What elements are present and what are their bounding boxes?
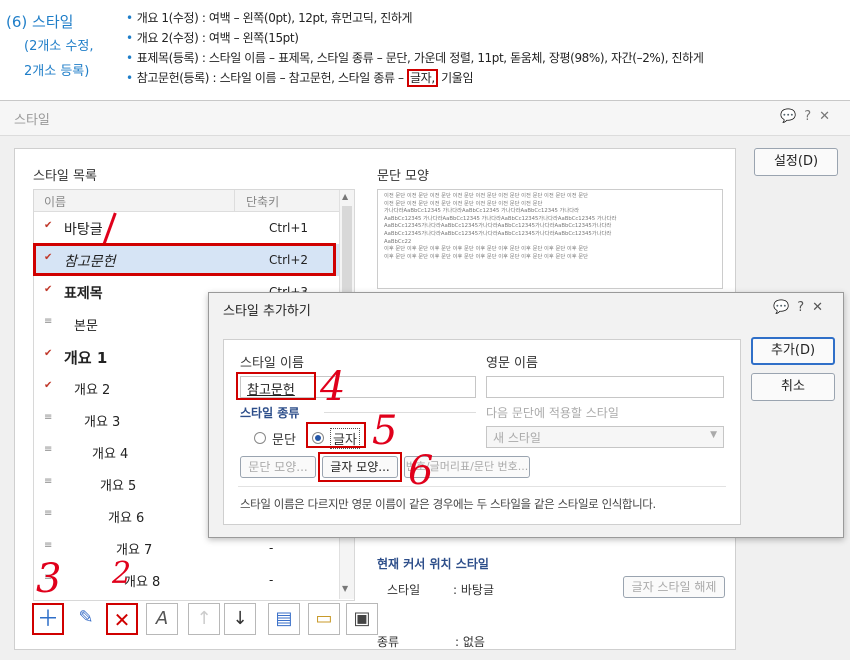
list-item-name: 개요 2 [74, 383, 111, 398]
list-item-name: 본문 [74, 319, 98, 334]
add-style-dialog: 스타일 추가하기 💬?✕ 스타일 이름 영문 이름 참고문헌 스타일 종류 다음… [208, 292, 844, 538]
style-list-label: 스타일 목록 [33, 169, 97, 184]
instruction-item: • 참고문헌(등록) : 스타일 이름 – 참고문헌, 스타일 종류 – 글자, … [126, 69, 474, 87]
highlight-char: 글자, [407, 69, 438, 87]
style-type-label: 스타일 종류 [240, 406, 300, 420]
close-icon[interactable]: ✕ [819, 109, 838, 124]
list-item-name: 개요 6 [108, 511, 145, 526]
hidden-row-value: : 없음 [455, 635, 485, 649]
help-icon[interactable]: ? [797, 300, 812, 315]
annotation-box [236, 372, 316, 400]
list-item-name: 개요 1 [64, 349, 108, 367]
preview-line: 가나다라AaBbCc12345 가나다라AaBbCc12345 가나다라AaBb… [384, 208, 580, 215]
para-style-icon: ≡ [44, 444, 53, 455]
settings-button[interactable]: 설정(D) [754, 148, 838, 176]
import-style-button[interactable]: ▤ [268, 603, 300, 635]
preview-line: 이전 문단 이전 문단 이전 문단 이전 문단 이전 문단 이전 문단 이전 문… [384, 193, 589, 199]
cancel-button[interactable]: 취소 [751, 373, 835, 401]
list-item-shortcut: Ctrl+1 [269, 221, 309, 235]
list-item-name: 개요 5 [100, 479, 137, 494]
char-style-icon: ✔ [44, 348, 53, 359]
next-style-select[interactable]: 새 스타일 ▼ [486, 426, 724, 448]
preview-line: AaBbCc12345가나다라AaBbCc12345가나다라AaBbCc1234… [384, 223, 612, 230]
edit-style-button[interactable]: ✎ [70, 603, 102, 635]
release-char-style-button[interactable]: 글자 스타일 해제 [623, 576, 725, 598]
list-item[interactable]: ✔ 바탕글 Ctrl+1 [34, 212, 339, 244]
delete-style-button[interactable]: ✕ [106, 603, 138, 635]
list-item-name: 바탕글 [64, 222, 103, 238]
list-item-name: 개요 4 [92, 447, 129, 462]
current-style-label: 스타일 [387, 583, 421, 597]
save-style-button[interactable]: ▣ [346, 603, 378, 635]
list-item[interactable]: ≡ 개요 8- [34, 564, 339, 596]
apply-style-button[interactable]: A [146, 603, 178, 635]
annotation-box [318, 452, 402, 482]
annotation-6: 6 [408, 448, 434, 494]
current-style-value: : 바탕글 [453, 583, 494, 597]
instruction-item: • 개요 2(수정) : 여백 – 왼쪽(15pt) [126, 31, 299, 45]
window-title: 스타일 [14, 113, 50, 128]
column-shortcut[interactable]: 단축키 [246, 193, 279, 210]
para-shape-label: 문단 모양 [377, 169, 429, 184]
comment-icon[interactable]: 💬 [773, 300, 797, 315]
annotation-box [306, 422, 366, 448]
english-name-input[interactable] [486, 376, 724, 398]
radio-paragraph[interactable] [254, 432, 266, 444]
comment-icon[interactable]: 💬 [780, 109, 804, 124]
annotation-2: 2 [112, 556, 132, 591]
next-style-label: 다음 문단에 적용할 스타일 [486, 406, 619, 420]
dialog-notice: 스타일 이름은 다르지만 영문 이름이 같은 경우에는 두 스타일을 같은 스타… [240, 497, 656, 511]
hidden-row-label: 종류 [377, 635, 400, 649]
list-header: 이름 단축키 [34, 190, 339, 212]
move-up-button[interactable]: ↑ [188, 603, 220, 635]
preview-line: 이후 문단 이후 문단 이후 문단 이후 문단 이후 문단 이후 문단 이후 문… [384, 253, 589, 260]
annotation-3: 3 [36, 556, 62, 602]
instruction-item: • 표제목(등록) : 스타일 이름 – 표제목, 스타일 종류 – 문단, 가운… [126, 51, 704, 65]
close-icon[interactable]: ✕ [812, 300, 831, 315]
chevron-down-icon: ▼ [710, 430, 717, 440]
para-style-icon: ≡ [44, 476, 53, 487]
open-folder-button[interactable]: ▭ [308, 603, 340, 635]
window-titlebar: 스타일 💬?✕ [0, 101, 850, 136]
char-style-icon: ✔ [44, 380, 53, 391]
add-style-button[interactable]: ＋ [32, 603, 64, 635]
dialog-titlebar: 스타일 추가하기 💬?✕ [209, 293, 843, 323]
style-name-label: 스타일 이름 [240, 356, 304, 371]
instruction-section-title: (6) 스타일 (2개소 수정, 2개소 등록) [6, 13, 94, 79]
list-item-name: 표제목 [64, 286, 103, 302]
char-style-icon: ✔ [44, 284, 53, 295]
column-name[interactable]: 이름 [44, 193, 66, 210]
annotation-4: 4 [320, 364, 346, 410]
current-cursor-style-label: 현재 커서 위치 스타일 [377, 557, 489, 571]
scroll-up-icon[interactable]: ▲ [342, 192, 348, 201]
para-style-icon: ≡ [44, 508, 53, 519]
preview-line: AaBbCc12345가나다라AaBbCc12345가나다라AaBbCc1234… [384, 230, 612, 237]
para-shape-button[interactable]: 문단 모양... [240, 456, 316, 478]
list-item-name: 개요 3 [84, 415, 121, 430]
add-button[interactable]: 추가(D) [751, 337, 835, 365]
annotation-box [33, 243, 336, 276]
help-icon[interactable]: ? [804, 109, 819, 124]
para-style-icon: ≡ [44, 316, 53, 327]
dialog-title: 스타일 추가하기 [223, 304, 311, 319]
preview-line: 이후 문단 이후 문단 이후 문단 이후 문단 이후 문단 이후 문단 이후 문… [384, 246, 589, 253]
english-name-label: 영문 이름 [486, 356, 538, 371]
annotation-5: 5 [372, 408, 398, 454]
list-item-shortcut: - [269, 573, 274, 587]
instruction-list: • 개요 1(수정) : 여백 – 왼쪽(0pt), 12pt, 휴먼고딕, 진하… [126, 8, 704, 88]
instruction-item: • 개요 1(수정) : 여백 – 왼쪽(0pt), 12pt, 휴먼고딕, 진하… [126, 11, 413, 25]
paragraph-preview: 이전 문단 이전 문단 이전 문단 이전 문단 이전 문단 이전 문단 이전 문… [377, 189, 723, 289]
char-style-icon: ✔ [44, 220, 53, 231]
scroll-down-icon[interactable]: ▼ [342, 584, 348, 593]
list-item-shortcut: - [269, 541, 274, 555]
move-down-button[interactable]: ↓ [224, 603, 256, 635]
dialog-body: 스타일 이름 영문 이름 참고문헌 스타일 종류 다음 문단에 적용할 스타일 … [223, 339, 741, 525]
para-style-icon: ≡ [44, 412, 53, 423]
para-style-icon: ≡ [44, 540, 53, 551]
radio-paragraph-label[interactable]: 문단 [272, 429, 296, 448]
